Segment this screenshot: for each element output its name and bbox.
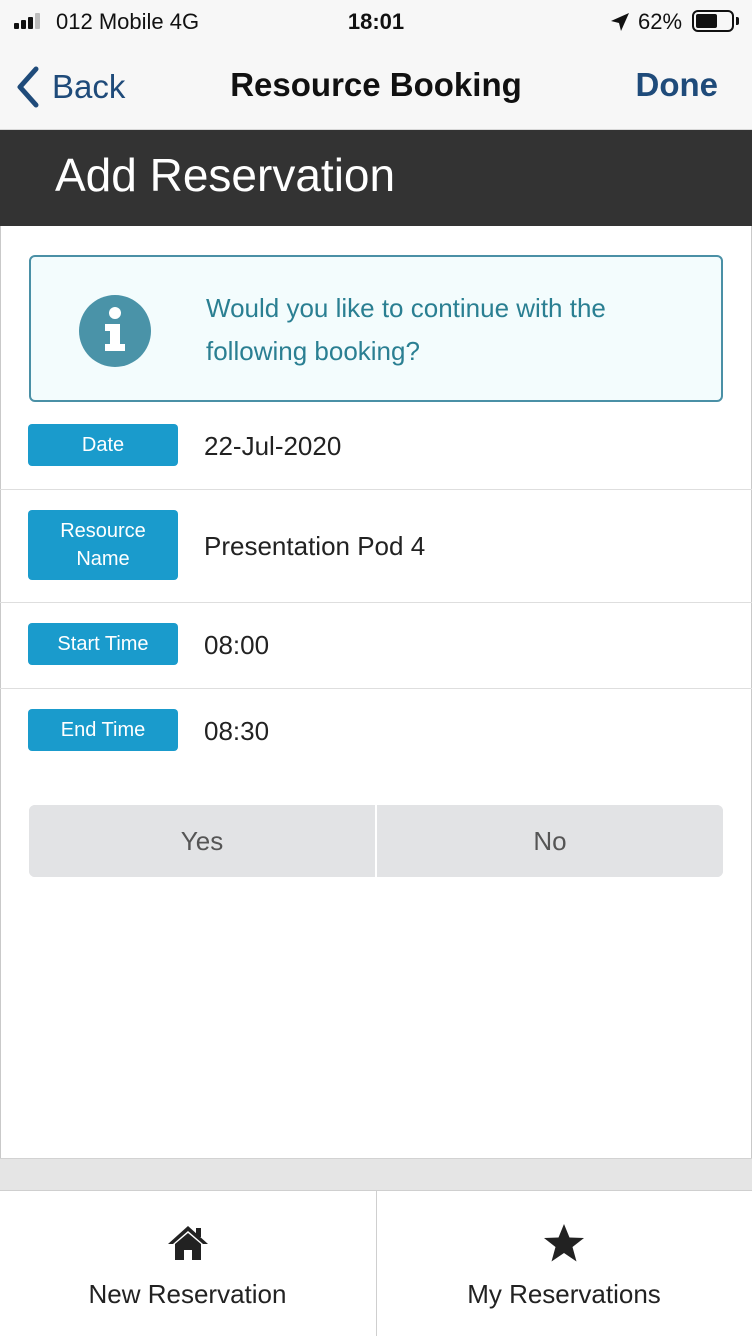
start-time-value: 08:00 — [204, 630, 270, 660]
status-bar: 012 Mobile 4G 18:01 62% — [0, 0, 752, 44]
date-value: 22-Jul-2020 — [204, 431, 342, 461]
resource-name-label-line2: Name — [76, 548, 130, 570]
home-icon — [167, 1226, 208, 1260]
resource-name-value: Presentation Pod 4 — [204, 531, 426, 561]
tab-new-reservation[interactable]: New Reservation — [0, 1191, 375, 1336]
tab-my-reservations[interactable]: My Reservations — [376, 1191, 751, 1336]
tab-my-reservations-label: My Reservations — [467, 1279, 661, 1309]
date-label: Date — [28, 424, 178, 466]
done-button[interactable]: Done — [636, 66, 719, 104]
field-row-start-time: Start Time 08:00 — [0, 603, 752, 689]
info-message: Would you like to continue with the foll… — [206, 293, 606, 366]
field-row-date: Date 22-Jul-2020 — [0, 403, 752, 490]
resource-name-label: Resource Name — [28, 510, 178, 580]
start-time-label: Start Time — [28, 623, 178, 665]
battery-icon — [692, 10, 734, 32]
page-title: Add Reservation — [55, 149, 396, 201]
info-message-box: Would you like to continue with the foll… — [29, 255, 723, 402]
field-row-end-time: End Time 08:30 — [0, 689, 752, 775]
battery-level — [696, 14, 717, 28]
resource-name-label-line1: Resource — [60, 520, 146, 542]
info-icon — [79, 295, 151, 367]
end-time-label: End Time — [28, 709, 178, 751]
battery-percent: 62% — [638, 9, 683, 34]
confirm-button-group: Yes No — [29, 805, 723, 877]
tab-new-reservation-label: New Reservation — [88, 1279, 287, 1309]
battery-cap — [736, 17, 739, 25]
no-button[interactable]: No — [377, 805, 723, 877]
star-icon — [544, 1224, 584, 1262]
field-row-resource-name: Resource Name Presentation Pod 4 — [0, 490, 752, 603]
navigation-bar: Back Resource Booking Done — [0, 44, 752, 130]
page-header: Add Reservation — [0, 130, 752, 226]
location-arrow-icon — [611, 13, 629, 31]
end-time-value: 08:30 — [204, 716, 270, 746]
tab-bar-separator — [0, 1158, 752, 1190]
yes-button[interactable]: Yes — [29, 805, 375, 877]
tab-bar: New Reservation My Reservations — [0, 1190, 752, 1336]
